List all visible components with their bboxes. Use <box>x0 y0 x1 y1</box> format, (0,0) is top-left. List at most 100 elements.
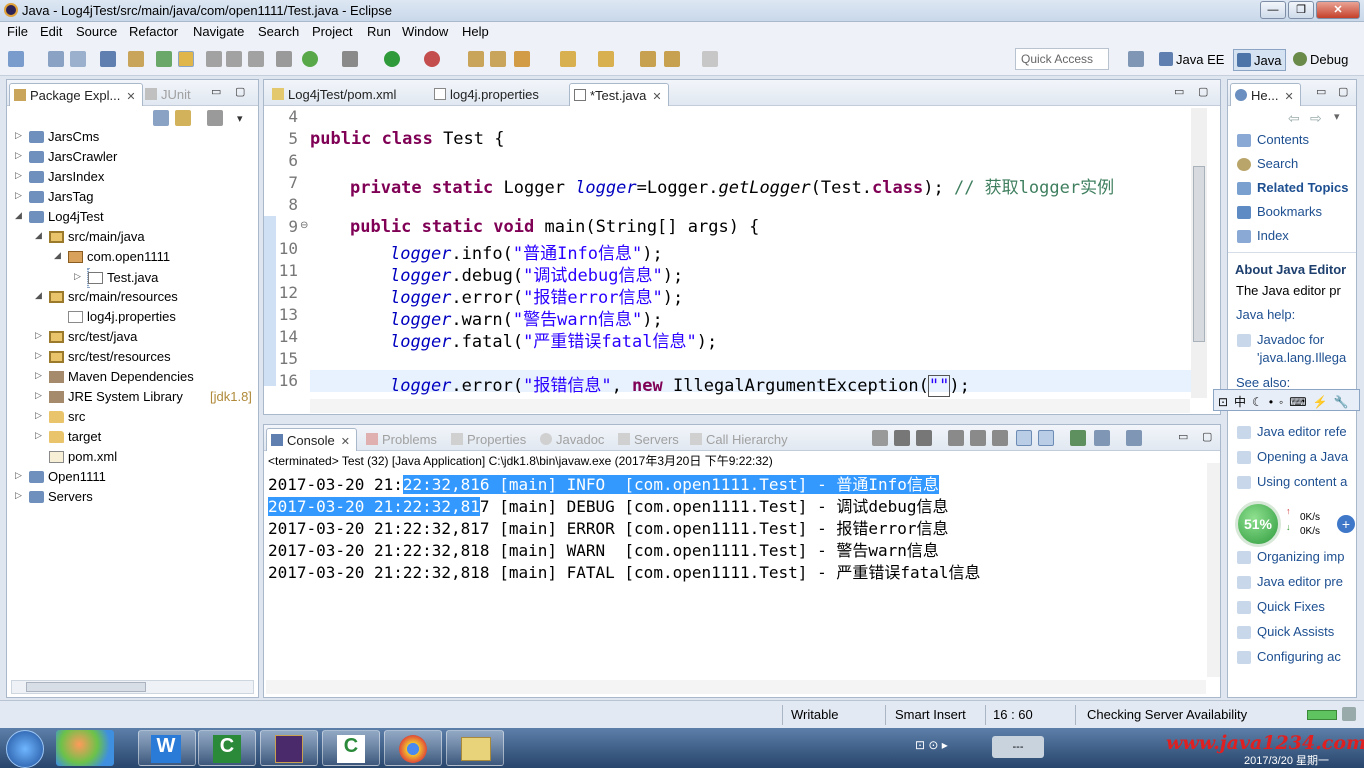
collapsed-arrow-icon[interactable]: ▷ <box>15 490 22 501</box>
progress-view-icon[interactable] <box>1342 707 1356 721</box>
tab-console[interactable]: Console ✕ <box>266 428 357 451</box>
build-icon[interactable] <box>276 51 292 67</box>
taskbar-app-icon[interactable]: C <box>198 730 256 766</box>
tab-help[interactable]: He... ✕ <box>1230 83 1301 106</box>
show-stderr-icon[interactable] <box>1038 430 1054 446</box>
open-console-icon[interactable] <box>1126 430 1142 446</box>
collapsed-arrow-icon[interactable]: ▷ <box>74 271 81 282</box>
view-menu-icon[interactable]: ▾ <box>237 112 243 125</box>
open-type-icon[interactable] <box>468 51 484 67</box>
perspective-debug[interactable]: Debug <box>1290 49 1352 71</box>
help-link-index[interactable]: Index <box>1237 228 1289 243</box>
ime-toolbar[interactable]: ⊡中☾•◦⌨⚡🔧 <box>1213 389 1360 411</box>
scrollbar-thumb[interactable] <box>26 682 146 692</box>
help-link-related[interactable]: Configuring ac <box>1237 649 1357 664</box>
tab-problems[interactable]: Problems <box>362 428 443 451</box>
maximize-button[interactable]: ❐ <box>1288 1 1314 19</box>
editor-horizontal-scrollbar[interactable] <box>310 399 1190 413</box>
filter-icon[interactable] <box>207 110 223 126</box>
taskbar-app-icon[interactable] <box>260 730 318 766</box>
skip-breakpoints-icon[interactable] <box>156 51 172 67</box>
show-whitespace-icon[interactable] <box>226 51 242 67</box>
minimize-icon[interactable]: ▭ <box>1316 85 1326 98</box>
external-tools-icon[interactable] <box>342 51 358 67</box>
help-link-related-topics[interactable]: Related Topics <box>1237 180 1349 195</box>
help-link-bookmarks[interactable]: Bookmarks <box>1237 204 1322 219</box>
menu-help[interactable]: Help <box>462 24 489 39</box>
maximize-icon[interactable]: ▢ <box>1338 85 1348 98</box>
minimize-button[interactable]: — <box>1260 1 1286 19</box>
console-horizontal-scrollbar[interactable] <box>266 680 1206 694</box>
menu-project[interactable]: Project <box>312 24 352 39</box>
menu-run[interactable]: Run <box>367 24 391 39</box>
code-line-5[interactable]: public class Test { <box>310 129 504 149</box>
console-icon[interactable] <box>100 51 116 67</box>
maximize-icon[interactable]: ▢ <box>1198 85 1208 98</box>
block-selection-icon[interactable] <box>206 51 222 67</box>
menu-search[interactable]: Search <box>258 24 299 39</box>
close-icon[interactable]: ✕ <box>126 91 135 103</box>
help-forward-icon[interactable]: ⇨ <box>1310 110 1322 127</box>
taskbar-app-icon[interactable]: C <box>322 730 380 766</box>
help-link-related[interactable]: Java editor refe <box>1237 424 1357 439</box>
show-stdout-icon[interactable] <box>1016 430 1032 446</box>
console-line[interactable]: 2017-03-20 21:22:32,818 [main] FATAL [co… <box>268 559 981 583</box>
close-icon[interactable]: ✕ <box>1284 91 1293 103</box>
terminate-icon[interactable] <box>872 430 888 446</box>
menu-window[interactable]: Window <box>402 24 448 39</box>
next-annotation-icon[interactable] <box>560 51 576 67</box>
help-link-related[interactable]: Opening a Java <box>1237 449 1357 464</box>
close-icon[interactable]: ✕ <box>341 436 350 448</box>
display-console-icon[interactable] <box>1094 430 1110 446</box>
last-edit-icon[interactable] <box>640 51 656 67</box>
collapsed-arrow-icon[interactable]: ▷ <box>15 130 22 141</box>
collapsed-arrow-icon[interactable]: ▷ <box>15 170 22 181</box>
menu-refactor[interactable]: Refactor <box>129 24 178 39</box>
tab-properties[interactable]: Properties <box>447 428 532 451</box>
paragraph-icon[interactable] <box>248 51 264 67</box>
collapsed-arrow-icon[interactable]: ▷ <box>15 190 22 201</box>
help-link-javadoc[interactable]: Javadoc for <box>1237 332 1324 347</box>
start-button[interactable] <box>6 730 44 768</box>
collapse-all-icon[interactable] <box>153 110 169 126</box>
mark-occurrences-icon[interactable] <box>178 51 194 67</box>
console-line[interactable]: 2017-03-20 21:22:32,817 [main] ERROR [co… <box>268 515 949 539</box>
code-line-16[interactable]: logger.error("报错信息", new IllegalArgument… <box>390 371 970 397</box>
collapsed-arrow-icon[interactable]: ▷ <box>35 370 42 381</box>
maximize-icon[interactable]: ▢ <box>1202 430 1212 443</box>
open-task-icon[interactable] <box>490 51 506 67</box>
word-wrap-icon[interactable] <box>992 430 1008 446</box>
expanded-arrow-icon[interactable]: ◢ <box>54 250 61 261</box>
collapsed-arrow-icon[interactable]: ▷ <box>35 350 42 361</box>
minimize-icon[interactable]: ▭ <box>1178 430 1188 443</box>
code-line-14[interactable]: logger.fatal("严重错误fatal信息"); <box>390 327 717 352</box>
vertical-scrollbar[interactable] <box>1191 108 1207 398</box>
tab-pom-xml[interactable]: Log4jTest/pom.xml <box>268 83 402 106</box>
scrollbar-thumb[interactable] <box>1193 166 1205 342</box>
pin-console-icon[interactable] <box>1070 430 1086 446</box>
help-link-related[interactable]: Quick Assists <box>1237 624 1357 639</box>
minimize-icon[interactable]: ▭ <box>211 85 221 98</box>
collapsed-arrow-icon[interactable]: ▷ <box>15 150 22 161</box>
prev-annotation-icon[interactable] <box>598 51 614 67</box>
expanded-arrow-icon[interactable]: ◢ <box>35 230 42 241</box>
scroll-lock-icon[interactable] <box>970 430 986 446</box>
expanded-arrow-icon[interactable]: ◢ <box>15 210 22 221</box>
taskbar-app-icon[interactable] <box>56 730 114 766</box>
tab-test-java[interactable]: *Test.java ✕ <box>569 83 669 106</box>
help-link-related[interactable]: Quick Fixes <box>1237 599 1357 614</box>
tab-package-explorer[interactable]: Package Expl... ✕ <box>9 83 143 106</box>
menu-navigate[interactable]: Navigate <box>193 24 244 39</box>
maximize-icon[interactable]: ▢ <box>235 85 245 98</box>
collapsed-arrow-icon[interactable]: ▷ <box>35 330 42 341</box>
help-link-javadoc-target[interactable]: 'java.lang.Illega <box>1257 350 1357 365</box>
help-back-icon[interactable]: ⇦ <box>1288 110 1300 127</box>
save-icon[interactable] <box>48 51 64 67</box>
remove-all-icon[interactable] <box>916 430 932 446</box>
close-button[interactable]: ✕ <box>1316 1 1360 19</box>
save-all-icon[interactable] <box>70 51 86 67</box>
minimize-icon[interactable]: ▭ <box>1174 85 1184 98</box>
remove-launch-icon[interactable] <box>894 430 910 446</box>
network-monitor-widget[interactable]: 51% ↑ ↓ 0K/s 0K/s + <box>1232 500 1358 548</box>
tray-icons[interactable]: ⊡ ⊙ ▸ <box>915 738 975 756</box>
